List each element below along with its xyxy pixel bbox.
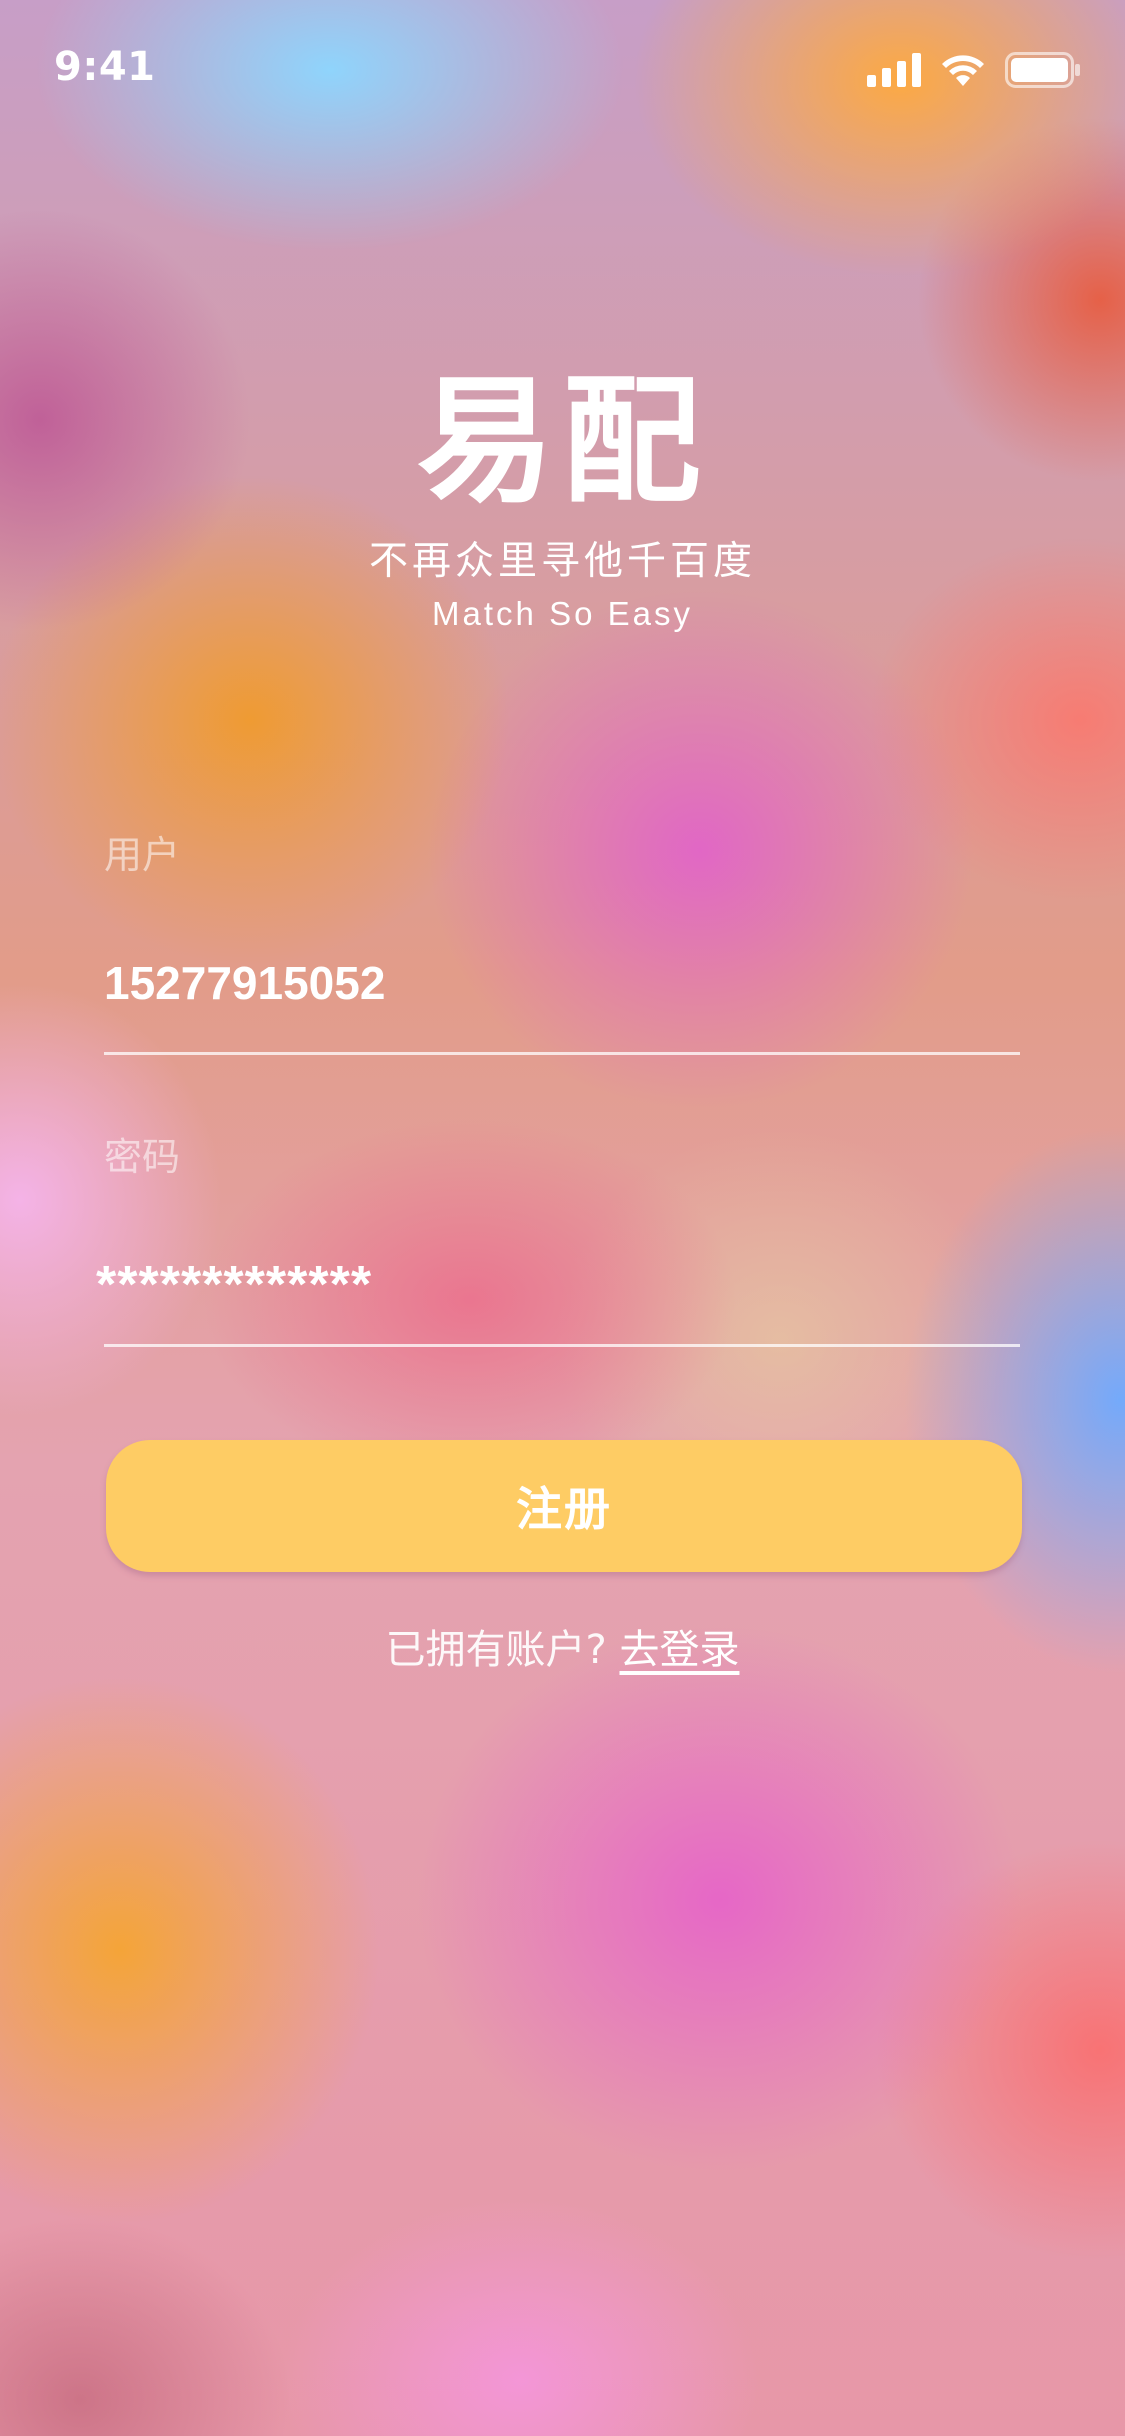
login-prompt: 已拥有账户? 去登录 xyxy=(0,1622,1125,1678)
user-field: 用户 xyxy=(104,830,1020,1060)
signal-icon xyxy=(867,53,921,87)
register-button[interactable]: 注册 xyxy=(106,1440,1022,1572)
status-icons xyxy=(867,50,1081,90)
status-time: 9:41 xyxy=(54,44,156,90)
go-to-login-link[interactable]: 去登录 xyxy=(619,1627,739,1673)
login-prompt-text: 已拥有账户? xyxy=(385,1627,607,1673)
app-tagline: Match So Easy xyxy=(432,595,693,632)
status-bar: 9:41 xyxy=(0,0,1125,132)
password-field-underline xyxy=(104,1344,1020,1347)
register-screen: 9:41 易配 不再众里寻他千百度 Match So Easy 用户 15277… xyxy=(0,0,1125,2436)
password-field-label: 密码 xyxy=(104,1135,181,1179)
app-title: 易配 xyxy=(416,361,709,522)
password-input[interactable] xyxy=(96,1250,1012,1320)
password-field: 密码 xyxy=(96,1132,1020,1352)
user-field-underline xyxy=(104,1052,1020,1055)
battery-icon xyxy=(1005,52,1080,88)
app-subtitle: 不再众里寻他千百度 xyxy=(368,539,756,584)
user-field-label: 用户 xyxy=(104,833,181,877)
wifi-icon xyxy=(942,55,984,86)
user-input[interactable] xyxy=(104,952,1020,1014)
